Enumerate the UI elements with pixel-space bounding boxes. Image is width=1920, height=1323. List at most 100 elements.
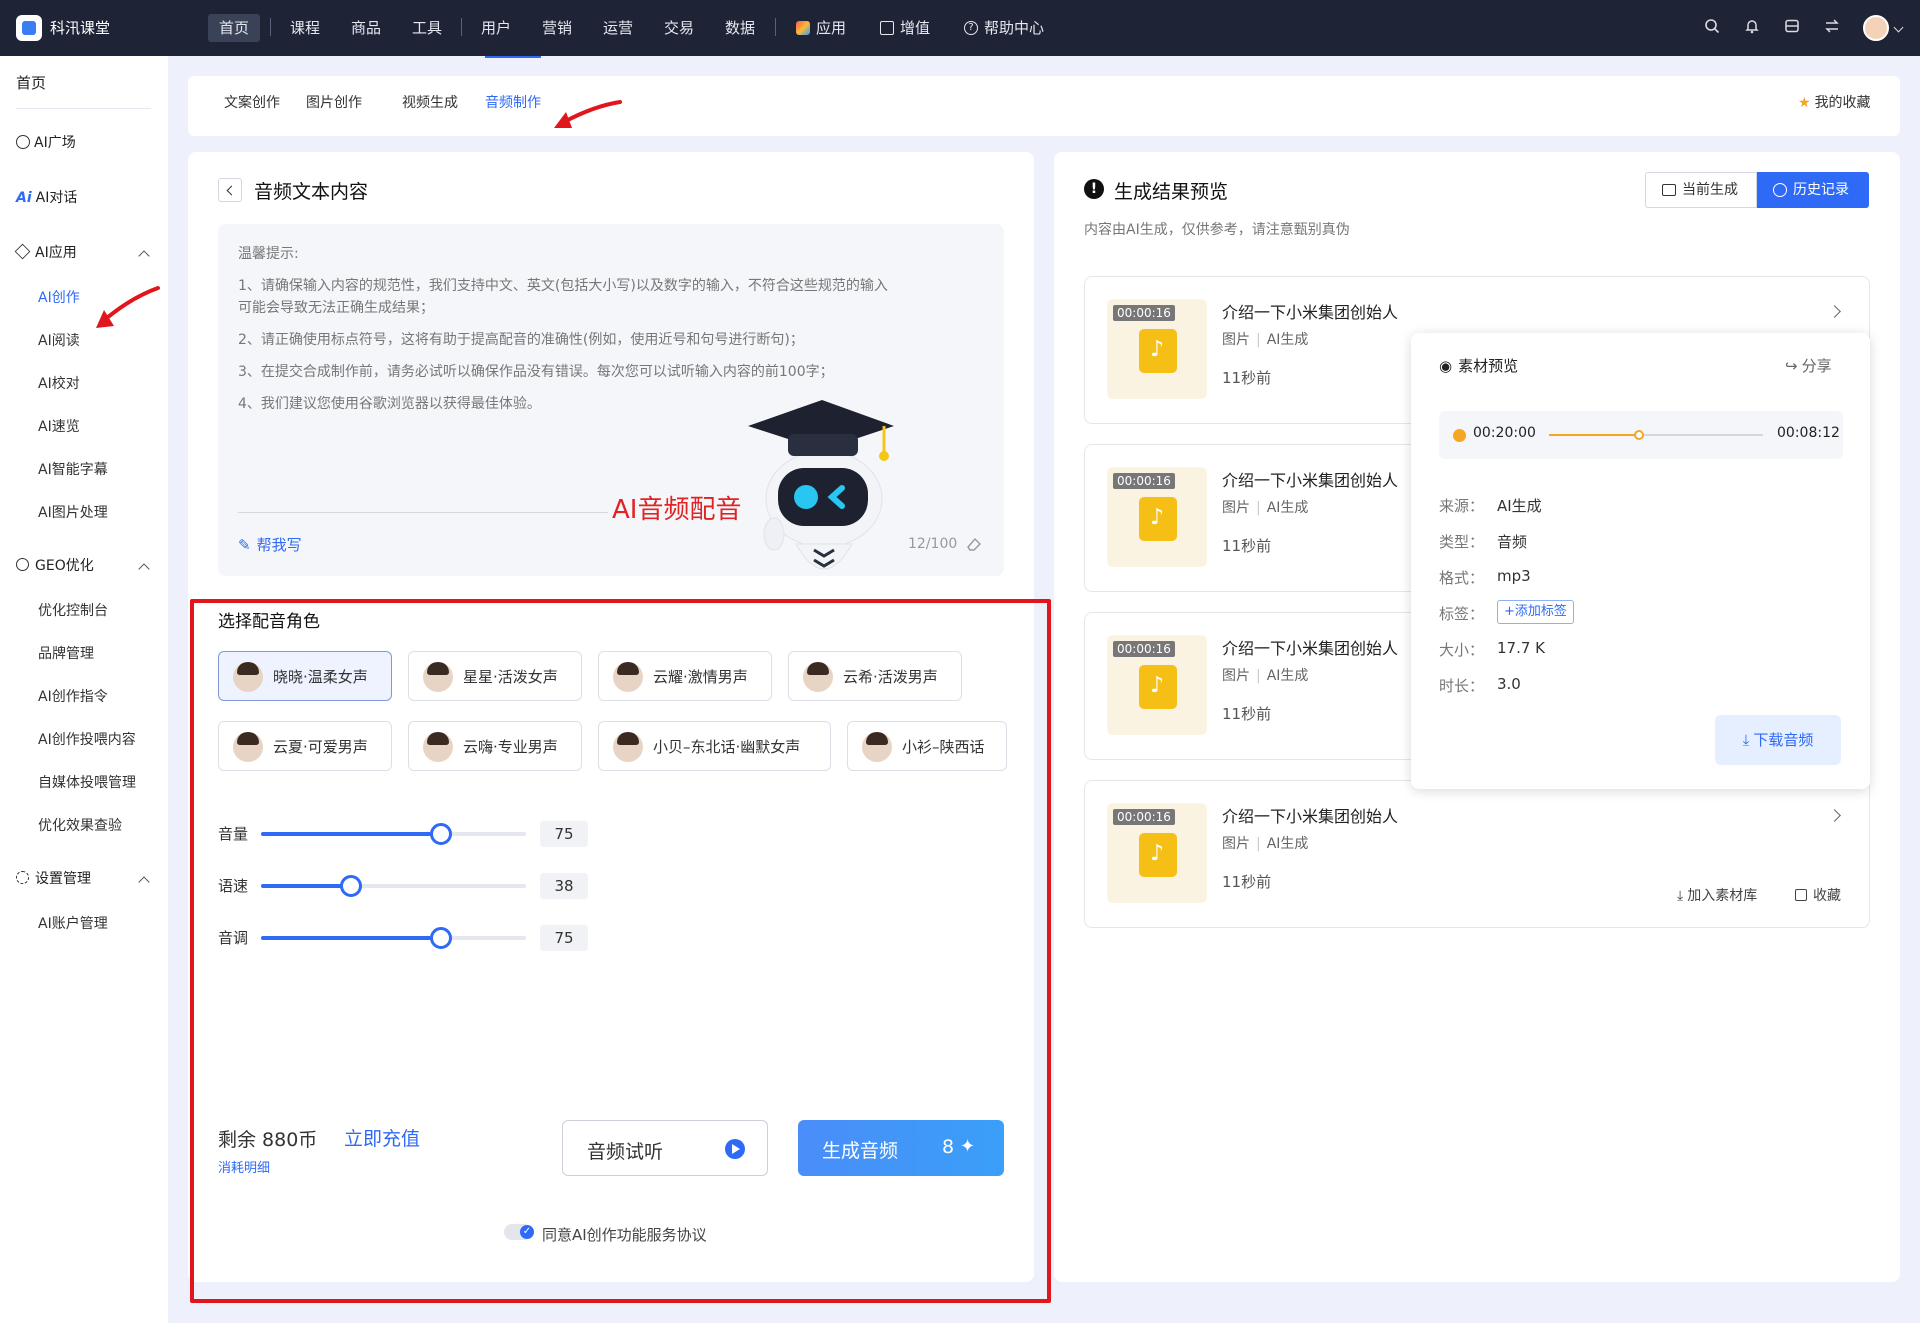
sidebar-item-ai-image[interactable]: AI图片处理 — [38, 502, 108, 522]
tab-video[interactable]: 视频生成 — [402, 92, 458, 112]
top-navigation-bar: 科汛课堂 首页 课程 商品 工具 用户 营销 运营 交易 数据 应用 增值 ? … — [0, 0, 1920, 56]
sidebar-group-settings[interactable]: 设置管理 — [16, 868, 91, 888]
sidebar-item-ai-chat[interactable]: Ai AI对话 — [16, 187, 77, 207]
chevron-right-icon[interactable] — [1828, 305, 1841, 318]
card-meta: 图片 | AI生成 — [1222, 500, 1309, 516]
sidebar-item-ai-proofread[interactable]: AI校对 — [38, 373, 80, 393]
download-icon: ⤓ — [1742, 731, 1750, 749]
nav-trade[interactable]: 交易 — [653, 14, 705, 42]
sidebar-item-ai-glance[interactable]: AI速览 — [38, 416, 80, 436]
tab-copywriting[interactable]: 文案创作 — [224, 92, 280, 112]
user-avatar[interactable] — [1863, 15, 1889, 41]
char-count: 12/100 — [908, 536, 958, 552]
chevron-up-icon[interactable] — [138, 876, 150, 888]
sidebar: 首页 AI广场 Ai AI对话 AI应用 AI创作 AI阅读 AI校对 AI速览 … — [0, 56, 168, 1323]
result-card[interactable]: 00:00:16 介绍一下小米集团创始人 图片|AI生成 11秒前 ⤓加入素材库… — [1084, 780, 1870, 928]
collect-button[interactable]: 收藏 — [1795, 885, 1841, 905]
nav-course[interactable]: 课程 — [279, 14, 331, 42]
notice-line: 3、在提交合成制作前，请务必试听以确保作品没有错误。每次您可以试听输入内容的前1… — [238, 364, 834, 380]
nav-operation[interactable]: 运营 — [592, 14, 644, 42]
nav-help-center[interactable]: ? 帮助中心 — [952, 14, 1055, 42]
play-icon[interactable] — [1453, 429, 1466, 442]
history-label: 历史记录 — [1793, 182, 1849, 198]
music-file-icon — [1139, 497, 1177, 541]
card-meta: 图片 | AI生成 — [1222, 332, 1309, 348]
sidebar-item-ai-subtitle[interactable]: AI智能字幕 — [38, 459, 108, 479]
format-label: 格式： — [1439, 569, 1485, 587]
chevron-up-icon[interactable] — [138, 250, 150, 262]
favorites-link[interactable]: ★ 我的收藏 — [1798, 92, 1871, 112]
sidebar-item-ai-account[interactable]: AI账户管理 — [38, 913, 108, 933]
share-button[interactable]: ↪ 分享 — [1785, 355, 1832, 376]
nav-users[interactable]: 用户 — [470, 14, 522, 42]
source-value: AI生成 — [1497, 497, 1542, 515]
nav-separator — [270, 18, 271, 36]
card-title: 介绍一下小米集团创始人 — [1222, 303, 1399, 322]
sidebar-item-label: AI广场 — [34, 135, 76, 151]
star-icon: ★ — [1798, 95, 1811, 111]
card-time: 11秒前 — [1222, 873, 1272, 891]
sidebar-item-ai-feed[interactable]: AI创作投喂内容 — [38, 729, 136, 749]
add-to-library-button[interactable]: ⤓ 加入素材库 — [1677, 885, 1757, 905]
storage-icon[interactable] — [1782, 18, 1802, 38]
card-source: AI生成 — [1266, 332, 1309, 348]
favorites-label: 我的收藏 — [1814, 95, 1871, 111]
audio-player[interactable]: 00:20:00 00:08:12 — [1439, 411, 1843, 459]
current-generation-button[interactable]: 当前生成 — [1645, 172, 1757, 208]
material-preview-popover: ◉ 素材预览 ↪ 分享 00:20:00 00:08:12 来源： AI生成 类型：… — [1411, 333, 1870, 789]
sidebar-item-brand[interactable]: 品牌管理 — [38, 643, 94, 663]
sidebar-group-ai-apps[interactable]: AI应用 — [14, 242, 77, 262]
player-progress-knob[interactable] — [1633, 430, 1644, 440]
sidebar-item-ai-create[interactable]: AI创作 — [38, 287, 80, 307]
help-write-button[interactable]: ✎ 帮我写 — [238, 534, 302, 555]
card-source: AI生成 — [1266, 836, 1309, 852]
creation-tab-bar: 文案创作 图片创作 视频生成 音频制作 ★ 我的收藏 — [188, 76, 1900, 136]
tab-image[interactable]: 图片创作 — [306, 92, 362, 112]
sidebar-item-media-feed[interactable]: 自媒体投喂管理 — [38, 772, 136, 792]
result-subtitle: 内容由AI生成，仅供参考，请注意甄别真伪 — [1084, 222, 1350, 238]
player-current-time: 00:20:00 — [1473, 425, 1536, 441]
bell-icon[interactable] — [1742, 18, 1762, 38]
chevron-down-icon[interactable] — [1893, 22, 1904, 33]
search-icon[interactable] — [1702, 18, 1722, 38]
sidebar-item-home[interactable]: 首页 — [16, 72, 46, 93]
sidebar-group-label: AI应用 — [35, 245, 77, 261]
collect-label: 收藏 — [1813, 888, 1841, 904]
eraser-icon[interactable] — [966, 536, 982, 552]
chevron-right-icon[interactable] — [1828, 809, 1841, 822]
nav-goods[interactable]: 商品 — [340, 14, 392, 42]
nav-home[interactable]: 首页 — [208, 14, 261, 42]
download-audio-label: 下载音频 — [1753, 731, 1814, 749]
card-meta: 图片 | AI生成 — [1222, 668, 1309, 684]
robot-caption: AI音频配音 — [612, 495, 742, 525]
chevron-left-icon — [226, 185, 237, 196]
nav-value-added[interactable]: 增值 — [868, 14, 941, 42]
sidebar-item-ai-read[interactable]: AI阅读 — [38, 330, 80, 350]
nav-tools[interactable]: 工具 — [401, 14, 453, 42]
card-time: 11秒前 — [1222, 369, 1272, 387]
nav-marketing[interactable]: 营销 — [531, 14, 583, 42]
sidebar-item-geo-console[interactable]: 优化控制台 — [38, 600, 108, 620]
sidebar-item-ai-instruction[interactable]: AI创作指令 — [38, 686, 108, 706]
result-title: 生成结果预览 — [1114, 181, 1229, 203]
tab-audio[interactable]: 音频制作 — [485, 92, 541, 112]
notice-line: 4、我们建议您使用谷歌浏览器以获得最佳体验。 — [238, 396, 541, 412]
add-tag-button[interactable]: +添加标签 — [1497, 600, 1574, 624]
thumbnail-duration: 00:00:16 — [1113, 473, 1175, 489]
history-button[interactable]: 历史记录 — [1757, 172, 1869, 208]
nav-data[interactable]: 数据 — [714, 14, 766, 42]
nav-apps[interactable]: 应用 — [784, 14, 857, 42]
back-button[interactable] — [218, 178, 242, 202]
sidebar-item-effect-check[interactable]: 优化效果查验 — [38, 815, 122, 835]
player-progress-track[interactable] — [1549, 430, 1763, 440]
chevron-up-icon[interactable] — [138, 563, 150, 575]
cube-icon — [14, 243, 31, 260]
sidebar-item-ai-square[interactable]: AI广场 — [16, 132, 76, 152]
nav-value-added-label: 增值 — [900, 19, 931, 37]
sidebar-group-geo[interactable]: GEO优化 — [16, 555, 94, 575]
gear-icon — [16, 871, 29, 884]
bookmark-icon — [1795, 889, 1807, 901]
download-audio-button[interactable]: ⤓ 下载音频 — [1715, 715, 1841, 765]
switch-icon[interactable] — [1822, 18, 1842, 38]
sidebar-item-label: AI对话 — [35, 190, 78, 206]
